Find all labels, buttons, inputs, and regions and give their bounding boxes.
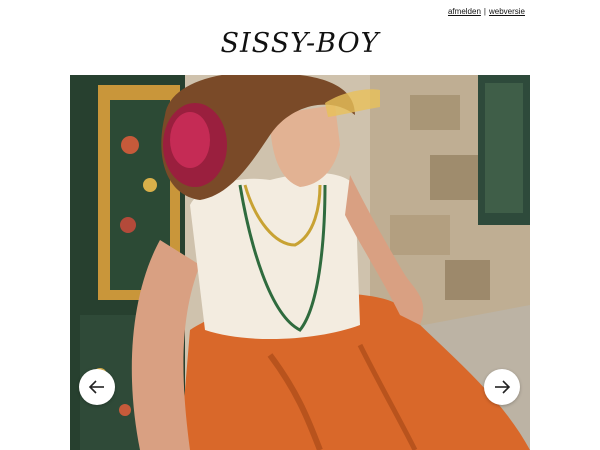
hero-image [70, 75, 530, 450]
header-links: afmelden | webversie [448, 7, 525, 16]
arrow-left-icon [88, 380, 104, 394]
brand-logo[interactable]: SISSY-BOY [0, 28, 600, 59]
link-separator: | [483, 7, 486, 16]
arrow-right-icon [495, 380, 511, 394]
carousel-prev-button[interactable] [79, 369, 115, 405]
brand-name: SISSY-BOY [220, 28, 380, 59]
hero-photo [70, 75, 530, 450]
webversion-link[interactable]: webversie [489, 7, 525, 16]
carousel-next-button[interactable] [484, 369, 520, 405]
unsubscribe-link[interactable]: afmelden [448, 7, 481, 16]
